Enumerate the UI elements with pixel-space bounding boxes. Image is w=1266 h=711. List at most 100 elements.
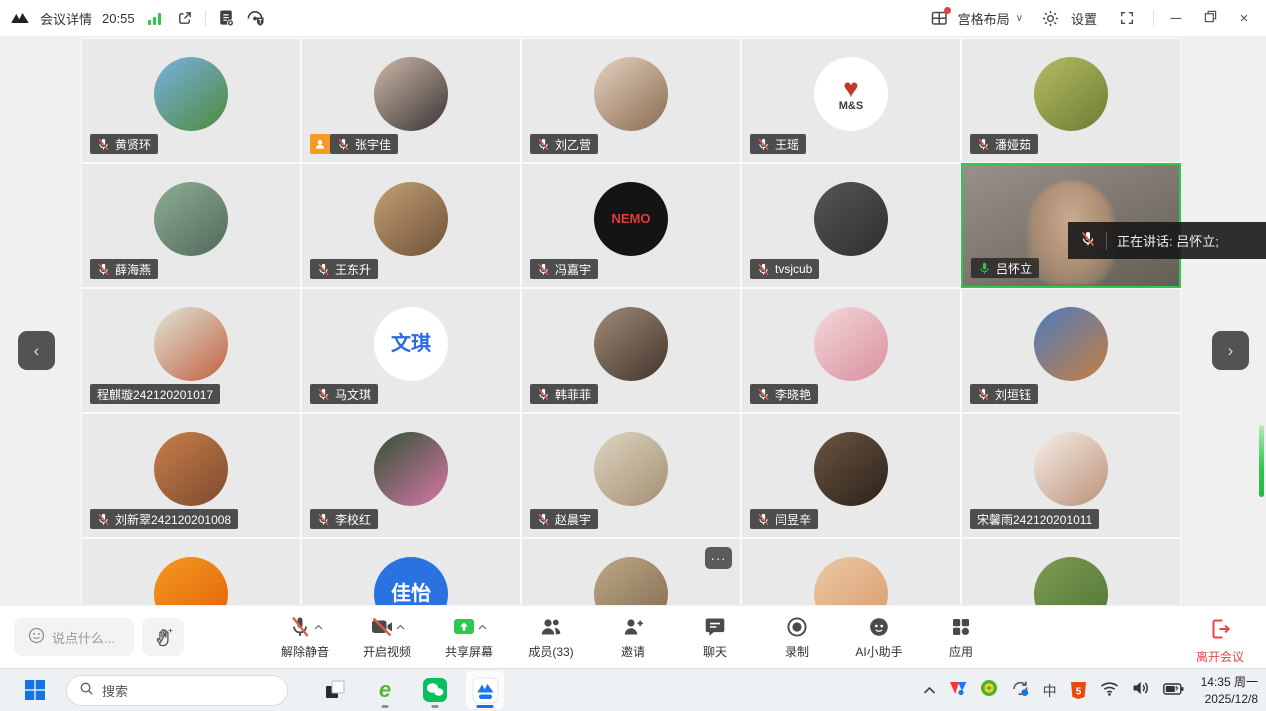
battery-icon[interactable] [1163,682,1184,700]
participant-tile-程麒璇242120201017[interactable]: 程麒璇242120201017 [81,288,301,413]
participant-nameplate: 宋馨雨242120201011 [970,509,1099,529]
chevron-up-icon[interactable] [396,617,405,635]
participant-tile-马文琪[interactable]: 文琪马文琪 [301,288,521,413]
tray-expand-icon[interactable] [923,682,936,700]
avatar-text: 文琪 [391,334,431,355]
settings-gear-icon[interactable] [1041,8,1061,28]
chevron-up-icon[interactable] [478,617,487,635]
participant-tile[interactable]: 佳怡 [301,538,521,605]
participant-avatar [594,557,668,605]
participant-tile-刘乙营[interactable]: 刘乙营 [521,38,741,163]
svg-text:5: 5 [1075,687,1081,698]
meeting-details-link[interactable]: 会议详情 [40,9,92,28]
muted-mic-icon [757,388,770,401]
participant-name: 王瑶 [775,136,799,153]
chevron-up-icon[interactable] [314,617,323,635]
next-page-button[interactable]: › [1212,331,1249,370]
participant-tile[interactable] [961,538,1181,605]
participant-tile[interactable] [741,538,961,605]
participant-tile-李晓艳[interactable]: 李晓艳 [741,288,961,413]
participant-avatar: 佳怡 [374,557,448,605]
quick-message-input[interactable]: 说点什么... [14,618,134,656]
taskbar-clock[interactable]: 14:35 周一 2025/12/8 [1201,674,1258,706]
participant-nameplate: 冯嘉宇 [530,259,598,279]
participant-avatar [154,557,228,605]
toolbar-button-ai[interactable]: AI小助手 [850,615,908,660]
toolbar-button-members[interactable]: 成员(33) [522,615,580,660]
layout-selector[interactable]: 宫格布局 [958,9,1010,28]
sync-tray-icon[interactable] [1011,679,1030,702]
fullscreen-icon[interactable] [1117,8,1137,28]
participant-name: 黄贤环 [115,136,151,153]
participant-name: 王东升 [335,261,371,278]
leave-meeting-button[interactable]: 离开会议 [1196,617,1244,665]
participant-tile-王东升[interactable]: 王东升 [301,163,521,288]
wechat-icon[interactable] [416,671,454,709]
browser-360-icon[interactable]: e [366,671,404,709]
interpretation-security-icon[interactable]: T [246,8,266,28]
speaking-banner-text: 正在讲话: 吕怀立; [1117,231,1219,250]
toolbar-button-chat[interactable]: 聊天 [686,615,744,660]
chevron-down-icon[interactable]: ∨ [1016,13,1023,24]
participant-tile-黄贤环[interactable]: 黄贤环 [81,38,301,163]
wifi-icon[interactable] [1100,681,1119,701]
participant-nameplate: 刘新翠242120201008 [90,509,238,529]
participant-tile-张宇佳[interactable]: 张宇佳 [301,38,521,163]
toolbar-button-invite[interactable]: 邀请 [604,615,662,660]
toolbar-button-apps[interactable]: 应用 [932,615,990,660]
layout-icon[interactable] [931,10,948,27]
html5-tray-icon[interactable]: 5 [1070,681,1087,700]
task-view-button[interactable] [316,671,354,709]
participant-avatar [1034,432,1108,506]
pop-out-icon[interactable] [175,8,195,28]
minimize-button[interactable]: ─ [1164,10,1188,27]
system-tray: 中 5 14:35 周一 2025/12/8 [923,669,1258,711]
participant-tile-宋馨雨242120201011[interactable]: 宋馨雨242120201011 [961,413,1181,538]
toolbar-button-record[interactable]: 录制 [768,615,826,660]
participant-tile-李校红[interactable]: 李校红 [301,413,521,538]
input-method-indicator[interactable]: 中 [1043,681,1057,701]
participant-tile[interactable]: ··· [521,538,741,605]
volume-icon[interactable] [1132,680,1150,701]
participant-tile-刘垣钰[interactable]: 刘垣钰 [961,288,1181,413]
windows-taskbar: 搜索 e [0,668,1266,711]
start-button[interactable] [16,671,54,709]
restore-button[interactable] [1198,10,1222,27]
participant-name: 闫昱辛 [775,511,811,528]
network-signal-icon[interactable] [145,8,165,28]
participant-tile-赵晨宇[interactable]: 赵晨宇 [521,413,741,538]
participant-nameplate: 韩菲菲 [530,384,598,404]
scrollbar-thumb[interactable] [1259,425,1264,497]
taskbar-search-input[interactable]: 搜索 [66,675,288,706]
participant-nameplate: 刘垣钰 [970,384,1038,404]
muted-mic-icon [537,513,550,526]
meeting-app-taskbar-icon[interactable] [466,671,504,709]
toolbar-button-share-screen[interactable]: 共享屏幕 [440,615,498,660]
video-stage: 黄贤环张宇佳刘乙营♥M&S王瑶潘娅茹薛海燕王东升NEMO冯嘉宇tvsjcub吕怀… [0,36,1266,605]
tile-more-button[interactable]: ··· [705,547,732,569]
settings-button[interactable]: 设置 [1071,9,1097,28]
smiley-icon [28,627,45,647]
participant-tile-薛海燕[interactable]: 薛海燕 [81,163,301,288]
toolbar-button-label: 成员(33) [528,643,573,660]
participant-tile-韩菲菲[interactable]: 韩菲菲 [521,288,741,413]
prev-page-button[interactable]: ‹ [18,331,55,370]
participant-nameplate: 王瑶 [750,134,806,154]
muted-mic-icon [537,388,550,401]
participant-tile-tvsjcub[interactable]: tvsjcub [741,163,961,288]
toolbar-button-cam-off[interactable]: 开启视频 [358,615,416,660]
participant-tile-刘新翠242120201008[interactable]: 刘新翠242120201008 [81,413,301,538]
close-button[interactable]: × [1232,10,1256,27]
tencent-video-tray-icon[interactable] [949,681,967,701]
participant-tile[interactable] [81,538,301,605]
participant-tile-潘娅茹[interactable]: 潘娅茹 [961,38,1181,163]
raise-hand-button[interactable]: + [142,618,184,656]
meeting-notes-icon[interactable] [216,8,236,28]
participant-tile-王瑶[interactable]: ♥M&S王瑶 [741,38,961,163]
toolbar-button-mic-off[interactable]: 解除静音 [276,615,334,660]
participant-nameplate: 赵晨宇 [530,509,598,529]
safety-360-tray-icon[interactable] [980,679,998,702]
participant-tile-闫昱辛[interactable]: 闫昱辛 [741,413,961,538]
participant-name: 程麒璇242120201017 [97,386,213,403]
participant-tile-冯嘉宇[interactable]: NEMO冯嘉宇 [521,163,741,288]
